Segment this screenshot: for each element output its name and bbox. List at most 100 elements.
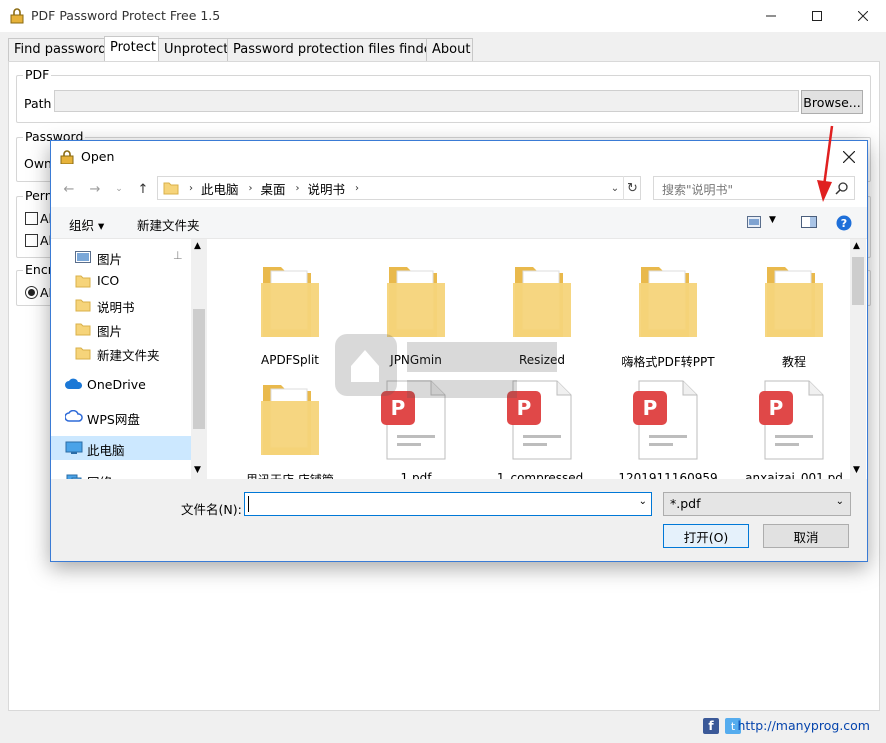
path-label: Path (24, 96, 52, 111)
path-input[interactable] (54, 90, 799, 112)
folder-item[interactable]: 思迅天店 店铺管 (231, 369, 349, 487)
close-icon (843, 151, 855, 163)
folder-icon (163, 182, 179, 195)
help-icon[interactable]: ? (836, 215, 852, 231)
nav-item-label: 说明书 (97, 300, 135, 315)
file-list-scrollbar[interactable]: ▲ ▼ (850, 239, 866, 479)
breadcrumb-manual[interactable]: 说明书 (308, 179, 346, 198)
file-type-value: *.pdf (670, 496, 701, 511)
svg-text:?: ? (841, 217, 847, 230)
scrollbar-thumb[interactable] (193, 309, 205, 429)
pin-icon: ⊥ (173, 249, 183, 262)
preview-pane-icon[interactable] (801, 216, 817, 228)
tab-find-password[interactable]: Find password (8, 38, 107, 62)
nav-item[interactable]: OneDrive (51, 373, 191, 397)
refresh-icon: ↻ (627, 180, 638, 196)
browse-button[interactable]: Browse... (801, 90, 863, 114)
arrow-right-icon: → (89, 181, 101, 197)
recent-locations-button[interactable]: ⌄ (109, 177, 129, 201)
tab-unprotect[interactable]: Unprotect (158, 38, 228, 62)
minimize-button[interactable] (748, 0, 794, 32)
open-button[interactable]: 打开(O) (663, 524, 749, 548)
tab-protect[interactable]: Protect (104, 36, 159, 63)
address-dropdown-button[interactable]: ⌄ (607, 176, 623, 200)
maximize-icon (812, 11, 822, 21)
title-bar: PDF Password Protect Free 1.5 (0, 0, 886, 32)
nav-item[interactable]: 图片 (51, 317, 191, 341)
tab-password-protection-files-finder[interactable]: Password protection files finder (227, 38, 437, 62)
aes-radio[interactable] (25, 286, 38, 299)
folder-item[interactable]: 嗨格式PDF转PPT (609, 251, 727, 369)
dialog-title: Open (81, 149, 115, 164)
navigation-pane-scrollbar[interactable]: ▲ ▼ (191, 239, 207, 479)
close-window-button[interactable] (840, 0, 886, 32)
chevron-down-icon: ⌄ (835, 496, 844, 507)
dialog-footer: 文件名(N): ⌄ *.pdf ⌄ 打开(O) 取消 (51, 479, 867, 561)
view-options-dropdown[interactable]: ▼ (769, 215, 776, 225)
scroll-up-icon[interactable]: ▲ (853, 241, 860, 251)
dialog-app-icon (60, 150, 74, 164)
manyprog-link[interactable]: http://manyprog.com (737, 718, 870, 733)
pictures-icon (75, 250, 91, 267)
forward-button[interactable]: → (85, 177, 105, 201)
dialog-close-button[interactable] (837, 145, 861, 169)
permission-checkbox-1[interactable] (25, 212, 38, 225)
file-name-input[interactable]: ⌄ (244, 492, 652, 516)
arrow-left-icon: ← (63, 181, 75, 197)
minimize-icon (766, 15, 776, 17)
window-title: PDF Password Protect Free 1.5 (31, 8, 221, 23)
nav-item[interactable]: 图片 ⊥ (51, 245, 191, 269)
permission-checkbox-2[interactable] (25, 234, 38, 247)
pdf-file-item[interactable]: Panxaizai_001.pd (735, 369, 853, 487)
breadcrumb-separator: › (355, 182, 360, 194)
folder-item[interactable]: 教程 (735, 251, 853, 369)
breadcrumb-separator: › (248, 182, 253, 194)
computer-icon (65, 441, 83, 458)
folder-icon (633, 261, 703, 346)
folder-icon (759, 261, 829, 346)
breadcrumb-separator: › (189, 182, 193, 194)
pdf-file-item[interactable]: P 1201911160959 (609, 369, 727, 487)
view-options-icon[interactable] (747, 216, 761, 228)
maximize-button[interactable] (794, 0, 840, 32)
organize-button[interactable]: 组织 ▾ (69, 215, 104, 234)
back-button[interactable]: ← (59, 177, 79, 201)
svg-text:P: P (643, 396, 658, 420)
file-type-select[interactable]: *.pdf ⌄ (663, 492, 851, 516)
folder-icon (75, 322, 91, 339)
scroll-down-icon[interactable]: ▼ (853, 465, 860, 475)
pdf-file-icon: P (633, 379, 703, 464)
cloud-icon (65, 378, 83, 393)
pdf-group: PDF Path Browse... (16, 67, 871, 123)
tab-about[interactable]: About (426, 38, 473, 62)
nav-item[interactable]: 说明书 (51, 293, 191, 317)
folder-icon (255, 379, 325, 464)
folder-item[interactable]: APDFSplit (231, 251, 349, 369)
watermark-logo (335, 334, 557, 398)
folder-icon (75, 346, 91, 363)
pdf-group-label: PDF (23, 67, 52, 82)
chevron-down-icon[interactable]: ⌄ (639, 496, 647, 507)
refresh-button[interactable]: ↻ (623, 176, 641, 200)
scroll-up-icon[interactable]: ▲ (194, 241, 201, 251)
scrollbar-thumb[interactable] (852, 257, 864, 305)
breadcrumb-this-pc[interactable]: 此电脑 (201, 179, 239, 198)
nav-item[interactable]: 新建文件夹 (51, 341, 191, 365)
breadcrumb-desktop[interactable]: 桌面 (261, 179, 286, 198)
facebook-icon[interactable]: f (703, 718, 719, 734)
scroll-down-icon[interactable]: ▼ (194, 465, 201, 475)
breadcrumb-separator: › (295, 182, 300, 194)
annotation-arrow (817, 125, 834, 202)
nav-item[interactable]: 此电脑 (51, 436, 191, 460)
address-bar[interactable]: › 此电脑 › 桌面 › 说明书 › (157, 176, 641, 200)
nav-item[interactable]: WPS网盘 (51, 405, 191, 429)
file-name-label: APDFSplit (261, 353, 319, 367)
nav-item[interactable]: ICO (51, 269, 191, 293)
up-button[interactable]: ↑ (133, 177, 153, 201)
dialog-toolbar: 组织 ▾ 新建文件夹 ▼ ? (51, 207, 867, 239)
chevron-down-icon: ⌄ (610, 182, 620, 194)
cancel-button[interactable]: 取消 (763, 524, 849, 548)
nav-item-label: 图片 (97, 252, 123, 267)
svg-text:P: P (769, 396, 784, 420)
new-folder-button[interactable]: 新建文件夹 (137, 215, 200, 234)
